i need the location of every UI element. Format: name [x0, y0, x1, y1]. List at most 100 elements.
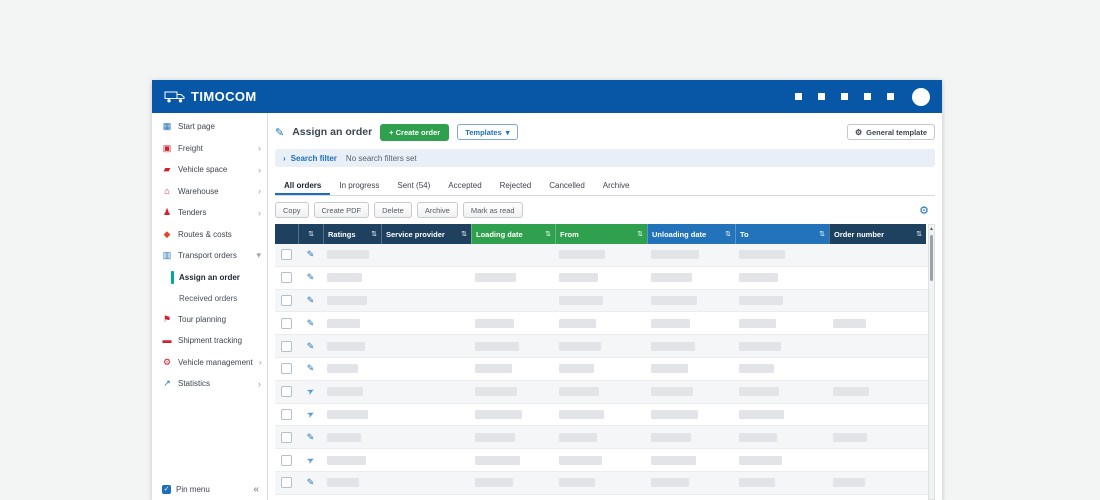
- sort-icon[interactable]: ⇅: [916, 230, 922, 238]
- table-row: ✎: [275, 358, 928, 381]
- topbar-menu-square-icon[interactable]: [818, 93, 825, 100]
- tab-rejected[interactable]: Rejected: [491, 177, 541, 195]
- sidebar-item-assign-an-order[interactable]: Assign an order: [152, 267, 267, 288]
- delete-button[interactable]: Delete: [374, 202, 412, 218]
- topbar-menu-square-icon[interactable]: [795, 93, 802, 100]
- edit-order-icon[interactable]: ✎: [307, 273, 315, 282]
- sidebar-item-warehouse[interactable]: ⌂Warehouse›: [152, 181, 267, 203]
- sort-icon[interactable]: ⇅: [637, 230, 643, 238]
- sidebar-item-routes-costs[interactable]: ◆Routes & costs: [152, 224, 267, 246]
- cell-unloading: [647, 267, 735, 289]
- cell-action: ✎: [298, 312, 323, 334]
- edit-order-icon[interactable]: ✎: [307, 364, 315, 373]
- cell-loading: [471, 472, 555, 494]
- topbar-menu-square-icon[interactable]: [887, 93, 894, 100]
- cell-to: [735, 290, 829, 312]
- sidebar-item-tour-planning[interactable]: ⚑Tour planning: [152, 309, 267, 331]
- sidebar-item-statistics[interactable]: ↗Statistics›: [152, 373, 267, 395]
- sidebar-item-label: Tenders: [178, 208, 206, 217]
- mark-as-read-button[interactable]: Mark as read: [463, 202, 523, 218]
- cell-order: [829, 335, 926, 357]
- tab-sent-54[interactable]: Sent (54): [388, 177, 439, 195]
- sidebar-item-start-page[interactable]: ▦Start page: [152, 116, 267, 138]
- row-checkbox[interactable]: [281, 455, 292, 466]
- redacted-value-bar: [651, 478, 689, 487]
- column-label: Unloading date: [652, 230, 706, 239]
- sidebar-item-vehicle-management[interactable]: ⚙Vehicle management›: [152, 352, 267, 374]
- sort-icon[interactable]: ⇅: [819, 230, 825, 238]
- send-order-icon[interactable]: ➤: [305, 454, 316, 465]
- topbar-menu-square-icon[interactable]: [864, 93, 871, 100]
- sort-icon[interactable]: ⇅: [461, 230, 467, 238]
- edit-order-icon[interactable]: ✎: [307, 319, 315, 328]
- tab-accepted[interactable]: Accepted: [439, 177, 490, 195]
- sidebar-item-tenders[interactable]: ♟Tenders›: [152, 202, 267, 224]
- row-checkbox[interactable]: [281, 341, 292, 352]
- cell-from: [555, 381, 647, 403]
- scrollbar-thumb[interactable]: [930, 235, 933, 281]
- edit-order-icon[interactable]: ✎: [307, 250, 315, 259]
- row-checkbox[interactable]: [281, 363, 292, 374]
- tab-in-progress[interactable]: In progress: [330, 177, 388, 195]
- cell-from: [555, 426, 647, 448]
- sidebar-item-shipment-tracking[interactable]: ▬Shipment tracking: [152, 330, 267, 352]
- row-checkbox[interactable]: [281, 409, 292, 420]
- sidebar-item-vehicle-space[interactable]: ▰Vehicle space›: [152, 159, 267, 181]
- create-order-button[interactable]: + Create order: [380, 124, 449, 141]
- redacted-value-bar: [739, 410, 784, 419]
- row-checkbox[interactable]: [281, 249, 292, 260]
- cell-order: [829, 267, 926, 289]
- cell-provider: [381, 312, 471, 334]
- sidebar-item-freight[interactable]: ▣Freight›: [152, 138, 267, 160]
- pin-menu-checkbox[interactable]: ✓: [162, 485, 171, 494]
- tab-archive[interactable]: Archive: [594, 177, 639, 195]
- cell-to: [735, 381, 829, 403]
- edit-order-icon[interactable]: ✎: [307, 433, 315, 442]
- row-checkbox[interactable]: [281, 272, 292, 283]
- edit-order-icon[interactable]: ✎: [307, 296, 315, 305]
- cell-loading: [471, 290, 555, 312]
- column-label: Service provider: [386, 230, 445, 239]
- sort-icon[interactable]: ⇅: [371, 230, 377, 238]
- edit-order-icon[interactable]: ✎: [307, 478, 315, 487]
- row-checkbox[interactable]: [281, 477, 292, 488]
- cell-action: ➤: [298, 404, 323, 426]
- archive-button[interactable]: Archive: [417, 202, 458, 218]
- collapse-sidebar-icon[interactable]: «: [253, 484, 259, 495]
- create-pdf-button[interactable]: Create PDF: [314, 202, 370, 218]
- chevron-right-icon: ›: [258, 186, 261, 196]
- row-checkbox[interactable]: [281, 318, 292, 329]
- user-avatar[interactable]: [912, 88, 930, 106]
- column-label: Order number: [834, 230, 884, 239]
- table-scrollbar[interactable]: ▲: [928, 224, 935, 500]
- chevron-right-icon: ›: [258, 379, 261, 389]
- row-checkbox[interactable]: [281, 432, 292, 443]
- scrollbar-up-arrow-icon[interactable]: ▲: [929, 226, 934, 232]
- tab-all-orders[interactable]: All orders: [275, 177, 330, 195]
- sidebar-item-transport-orders[interactable]: ▥Transport orders▾: [152, 245, 267, 267]
- cell-unloading: [647, 404, 735, 426]
- send-order-icon[interactable]: ➤: [305, 386, 316, 397]
- edit-order-icon[interactable]: ✎: [307, 342, 315, 351]
- tab-cancelled[interactable]: Cancelled: [540, 177, 594, 195]
- row-checkbox[interactable]: [281, 295, 292, 306]
- cell-unloading: [647, 426, 735, 448]
- copy-button[interactable]: Copy: [275, 202, 309, 218]
- table-settings-gear-icon[interactable]: ⚙: [919, 204, 929, 217]
- row-checkbox[interactable]: [281, 386, 292, 397]
- templates-dropdown[interactable]: Templates ▾: [457, 124, 517, 140]
- cell-to: [735, 312, 829, 334]
- sort-icon[interactable]: ⇅: [308, 230, 314, 238]
- general-template-button[interactable]: ⚙ General template: [847, 124, 935, 140]
- cell-unloading: [647, 472, 735, 494]
- sort-icon[interactable]: ⇅: [725, 230, 731, 238]
- chevron-right-icon: ›: [258, 165, 261, 175]
- sort-icon[interactable]: ⇅: [545, 230, 551, 238]
- cell-to: [735, 267, 829, 289]
- cell-ratings: [323, 381, 381, 403]
- send-order-icon[interactable]: ➤: [305, 409, 316, 420]
- redacted-value-bar: [559, 273, 598, 282]
- sidebar-item-received-orders[interactable]: Received orders: [152, 288, 267, 309]
- search-filter-bar[interactable]: › Search filter No search filters set: [275, 149, 935, 167]
- topbar-menu-square-icon[interactable]: [841, 93, 848, 100]
